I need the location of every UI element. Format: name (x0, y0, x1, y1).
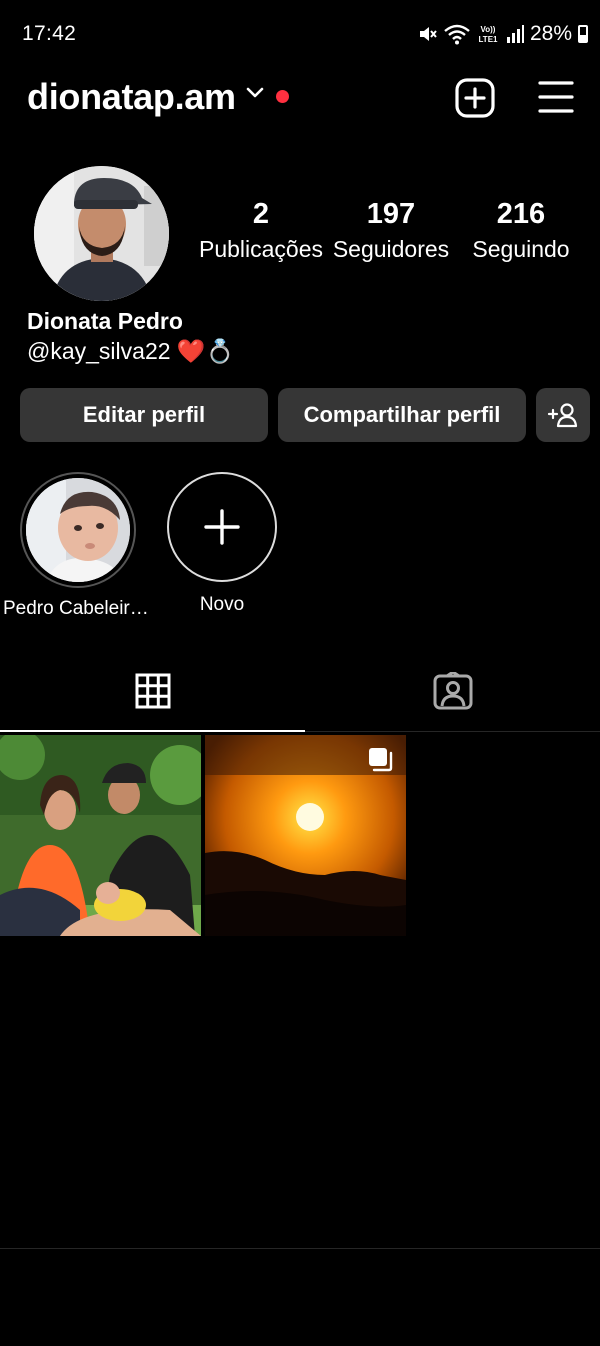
posts-label: Publicações (198, 236, 324, 262)
menu-icon[interactable] (538, 80, 574, 114)
volte-icon: Vo)) LTE1 (478, 25, 498, 44)
highlight-label: Pedro Cabeleireiro (3, 598, 153, 619)
new-post-icon[interactable] (455, 78, 495, 118)
bottom-nav-divider (0, 1248, 600, 1249)
highlight-item[interactable]: Pedro Cabeleireiro (3, 472, 153, 620)
post-thumbnail[interactable] (205, 735, 406, 936)
discover-people-button[interactable] (536, 388, 590, 442)
chevron-down-icon[interactable] (245, 86, 265, 100)
stat-following[interactable]: 216 Seguindo (456, 198, 586, 278)
new-highlight-label: Novo (199, 594, 245, 615)
highlight-cover (26, 478, 130, 582)
profile-stats: 2 Publicações 197 Seguidores 216 Seguind… (196, 198, 586, 278)
highlight-cover-ring (20, 472, 136, 588)
carousel-icon (369, 748, 393, 772)
edit-profile-button[interactable]: Editar perfil (20, 388, 268, 442)
followers-label: Seguidores (332, 236, 450, 262)
post-thumbnail[interactable] (0, 735, 201, 936)
following-count: 216 (496, 198, 546, 230)
new-highlight-item[interactable]: Novo (147, 472, 297, 616)
profile-tabs (0, 650, 600, 732)
stat-followers[interactable]: 197 Seguidores (326, 198, 456, 278)
wifi-icon (444, 24, 470, 45)
following-label: Seguindo (472, 236, 570, 262)
status-time: 17:42 (22, 22, 77, 45)
bio-text[interactable]: @kay_silva22 ❤️💍 (27, 338, 234, 365)
display-name: Dionata Pedro (27, 308, 183, 334)
stat-posts[interactable]: 2 Publicações (196, 198, 326, 278)
posts-count: 2 (252, 198, 270, 230)
tab-posts-grid[interactable] (0, 650, 305, 732)
grid-icon (135, 673, 170, 709)
baby-photo (26, 478, 130, 582)
tagged-icon (433, 672, 472, 710)
battery-percent: 28% (529, 22, 572, 45)
avatar-photo (34, 166, 169, 301)
new-highlight-ring (167, 472, 277, 582)
status-icons: Vo)) LTE1 28% (418, 20, 588, 48)
profile-avatar[interactable] (34, 166, 169, 301)
tab-tagged[interactable] (305, 650, 600, 732)
status-bar: 17:42 Vo)) LTE1 28% (0, 0, 600, 68)
signal-icon (506, 25, 524, 43)
battery-icon (578, 25, 588, 43)
share-profile-button[interactable]: Compartilhar perfil (278, 388, 526, 442)
account-switcher-username[interactable]: dionatap.am (27, 76, 236, 118)
profile-header: dionatap.am (0, 70, 600, 126)
mute-icon (419, 27, 437, 41)
add-person-icon (547, 403, 578, 428)
active-tab-indicator (0, 730, 305, 732)
post-photo-family (0, 735, 201, 936)
plus-icon (204, 509, 240, 545)
notification-dot (276, 90, 289, 103)
svg-text:Vo)): Vo)) (480, 25, 495, 34)
followers-count: 197 (366, 198, 416, 230)
svg-text:LTE1: LTE1 (478, 35, 498, 44)
